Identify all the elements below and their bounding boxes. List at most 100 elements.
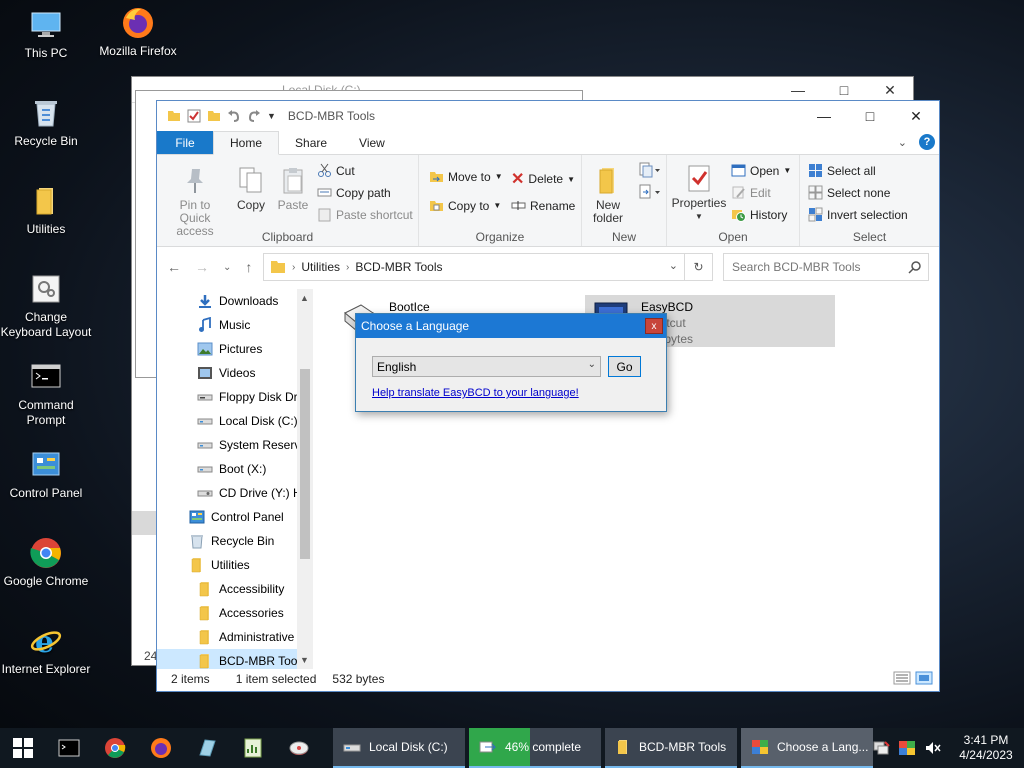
drive-icon xyxy=(197,442,213,449)
easy-access-icon[interactable] xyxy=(638,183,662,201)
minimize-button[interactable]: — xyxy=(801,101,847,131)
address-dropdown-icon[interactable]: ⌄ xyxy=(669,259,678,272)
scroll-up-icon[interactable]: ▲ xyxy=(300,293,309,303)
volume-muted-icon[interactable] xyxy=(924,740,942,756)
nav-item[interactable]: Accessibility xyxy=(157,577,313,601)
choose-language-dialog[interactable]: Choose a Language x English ⌄ Go Help tr… xyxy=(355,313,667,412)
task-copy-progress[interactable]: 46% complete xyxy=(469,728,601,768)
start-button[interactable] xyxy=(0,728,46,768)
dialog-titlebar[interactable]: Choose a Language x xyxy=(356,314,666,338)
large-icons-view-icon[interactable] xyxy=(915,671,933,685)
taskbar-chrome[interactable] xyxy=(92,728,138,768)
taskbar-app-2[interactable] xyxy=(230,728,276,768)
nav-item[interactable]: System Reserved xyxy=(157,433,313,457)
nav-item[interactable]: Downloads xyxy=(157,289,313,313)
nav-item[interactable]: CD Drive (Y:) H xyxy=(157,481,313,505)
nav-item-label: Downloads xyxy=(219,294,279,308)
new-item-icon[interactable] xyxy=(638,161,662,179)
scrollbar-thumb[interactable] xyxy=(300,369,310,559)
recent-locations-chevron-icon[interactable]: ⌄ xyxy=(223,259,231,275)
up-arrow-icon[interactable]: ↑ xyxy=(245,259,252,275)
copy-path-button[interactable]: Copy path xyxy=(317,185,391,200)
search-input[interactable]: Search BCD-MBR Tools xyxy=(723,253,929,281)
language-select[interactable]: English ⌄ xyxy=(372,356,601,377)
scroll-down-icon[interactable]: ▼ xyxy=(300,655,309,665)
rename-button[interactable]: Rename xyxy=(511,198,575,213)
properties-button[interactable]: Properties ▼ xyxy=(671,163,727,223)
navigation-pane[interactable]: Downloads Music Pictures Videos Floppy Disk … xyxy=(157,289,313,669)
desktop-icon-utilities[interactable]: Utilities xyxy=(0,184,92,237)
taskbar-app-3[interactable] xyxy=(276,728,322,768)
go-button[interactable]: Go xyxy=(608,356,641,377)
edit-button[interactable]: Edit xyxy=(731,185,771,200)
display-settings-icon[interactable] xyxy=(898,740,916,756)
nav-item[interactable]: Floppy Disk Drive xyxy=(157,385,313,409)
tab-view[interactable]: View xyxy=(343,131,401,154)
nav-item[interactable]: Music xyxy=(157,313,313,337)
explorer-titlebar[interactable]: ▼ BCD-MBR Tools — □ ✕ xyxy=(157,101,939,131)
redo-icon[interactable] xyxy=(247,109,261,123)
forward-arrow-icon[interactable]: → xyxy=(195,259,209,275)
nav-item[interactable]: Recycle Bin xyxy=(157,529,313,553)
new-folder-icon[interactable] xyxy=(207,109,221,123)
nav-item[interactable]: Administrative xyxy=(157,625,313,649)
taskbar-firefox[interactable] xyxy=(138,728,184,768)
clock[interactable]: 3:41 PM 4/24/2023 xyxy=(948,733,1024,763)
invert-selection-button[interactable]: Invert selection xyxy=(808,207,908,222)
new-folder-button[interactable]: New folder xyxy=(586,165,630,225)
desktop-icon-control-panel[interactable]: Control Panel xyxy=(0,448,92,501)
paste-button[interactable]: Paste xyxy=(273,165,313,212)
select-none-button[interactable]: Select none xyxy=(808,185,890,200)
tab-share[interactable]: Share xyxy=(279,131,343,154)
nav-item[interactable]: Local Disk (C:) xyxy=(157,409,313,433)
refresh-icon[interactable]: ↻ xyxy=(685,253,713,281)
task-local-disk[interactable]: Local Disk (C:) xyxy=(333,728,465,768)
tab-file[interactable]: File xyxy=(157,131,213,154)
desktop-icon-firefox[interactable]: Mozilla Firefox xyxy=(92,6,184,59)
network-icon[interactable] xyxy=(872,740,890,756)
desktop-icon-command-prompt[interactable]: Command Prompt xyxy=(0,360,92,428)
pin-quick-access-button[interactable]: Pin to Quick access xyxy=(163,165,227,238)
nav-item[interactable]: Utilities xyxy=(157,553,313,577)
task-choose-language[interactable]: Choose a Lang... xyxy=(741,728,873,768)
help-icon[interactable]: ? xyxy=(919,134,935,150)
back-arrow-icon[interactable]: ← xyxy=(167,259,181,275)
properties-check-icon[interactable] xyxy=(187,109,201,123)
customize-toolbar-chevron-icon[interactable]: ▼ xyxy=(267,111,276,121)
desktop-icon-this-pc[interactable]: This PC xyxy=(0,8,92,61)
desktop-icon-keyboard-layout[interactable]: Change Keyboard Layout xyxy=(0,272,92,340)
breadcrumb-item[interactable]: BCD-MBR Tools xyxy=(355,260,442,274)
address-input[interactable]: › Utilities › BCD-MBR Tools ⌄ xyxy=(263,253,685,281)
tab-home[interactable]: Home xyxy=(213,131,280,155)
maximize-button[interactable]: □ xyxy=(847,101,893,131)
select-all-button[interactable]: Select all xyxy=(808,163,876,178)
history-button[interactable]: History xyxy=(731,207,787,222)
undo-icon[interactable] xyxy=(227,109,241,123)
nav-item[interactable]: Control Panel xyxy=(157,505,313,529)
taskbar-command-prompt[interactable] xyxy=(46,728,92,768)
nav-item[interactable]: Pictures xyxy=(157,337,313,361)
nav-item[interactable]: Videos xyxy=(157,361,313,385)
nav-item[interactable]: Accessories xyxy=(157,601,313,625)
details-view-icon[interactable] xyxy=(893,671,911,685)
breadcrumb-item[interactable]: Utilities xyxy=(301,260,340,274)
desktop-icon-recycle-bin[interactable]: Recycle Bin xyxy=(0,96,92,149)
desktop-icon-chrome[interactable]: Google Chrome xyxy=(0,536,92,589)
open-button[interactable]: Open ▼ xyxy=(731,163,791,178)
copy-button[interactable]: Copy xyxy=(231,165,271,212)
task-bcd-mbr-tools[interactable]: BCD-MBR Tools xyxy=(605,728,737,768)
paste-shortcut-button[interactable]: Paste shortcut xyxy=(317,207,413,222)
nav-item[interactable]: BCD-MBR Tools xyxy=(157,649,313,669)
delete-button[interactable]: ✕ Delete ▼ xyxy=(511,169,575,189)
dialog-close-button[interactable]: x xyxy=(645,318,663,334)
help-translate-link[interactable]: Help translate EasyBCD to your language! xyxy=(372,387,579,399)
nav-scrollbar[interactable]: ▲ ▼ xyxy=(297,289,313,669)
cut-button[interactable]: Cut xyxy=(317,163,355,178)
close-button[interactable]: ✕ xyxy=(893,101,939,131)
move-to-button[interactable]: Move to ▼ xyxy=(429,169,503,184)
taskbar-app-1[interactable] xyxy=(184,728,230,768)
ribbon-expand-chevron-icon[interactable]: ⌄ xyxy=(898,136,907,149)
nav-item[interactable]: Boot (X:) xyxy=(157,457,313,481)
copy-to-button[interactable]: Copy to ▼ xyxy=(429,198,501,213)
desktop-icon-internet-explorer[interactable]: e Internet Explorer xyxy=(0,624,92,677)
